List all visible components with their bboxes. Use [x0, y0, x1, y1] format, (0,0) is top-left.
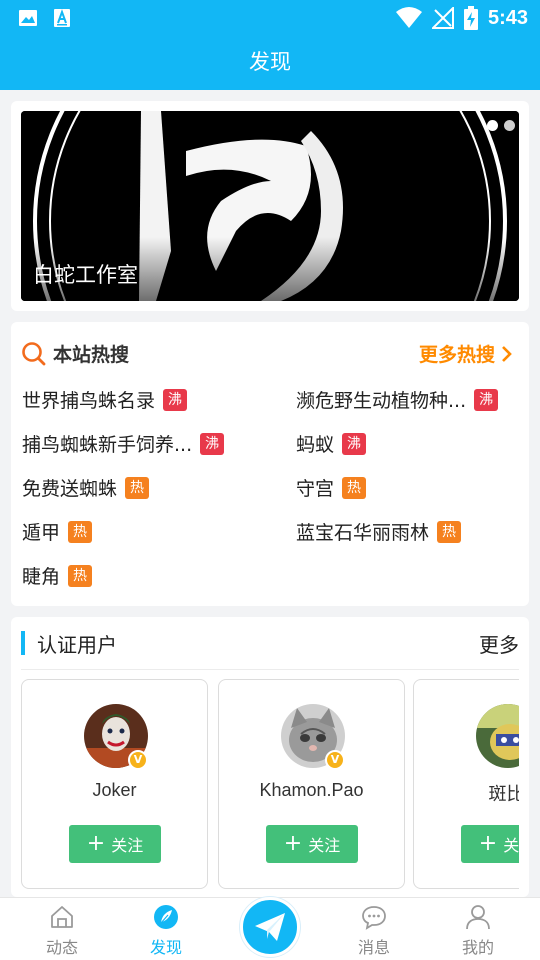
wifi-icon — [395, 7, 422, 28]
hot-search-text: 守宫 — [296, 478, 335, 500]
page-title: 发现 — [0, 36, 540, 90]
follow-button[interactable]: + 关注 — [69, 825, 161, 863]
hot-search-card: 本站热搜 更多热搜 世界捕鸟蛛名录 沸 濒危野生动植物种... 沸 捕鸟蜘蛛新手… — [11, 322, 529, 606]
hot-search-item[interactable]: 捕鸟蜘蛛新手饲养... 沸 — [22, 430, 225, 457]
hot-search-text: 蚂蚁 — [296, 434, 335, 456]
tab-mine[interactable]: 我的 — [424, 898, 532, 960]
divider — [21, 669, 519, 670]
status-bar: 5:43 — [0, 0, 540, 36]
boiling-tag: 沸 — [474, 388, 499, 411]
tab-label: 动态 — [45, 938, 78, 957]
hot-tag: 热 — [68, 564, 93, 587]
carousel-dot[interactable] — [504, 120, 515, 131]
follow-button[interactable]: + 关注 — [266, 825, 358, 863]
banner-caption: 白蛇工作室 — [33, 263, 138, 287]
hot-search-item[interactable]: 睫角 热 — [22, 562, 93, 589]
follow-label: 关注 — [308, 836, 341, 855]
status-time: 5:43 — [487, 6, 528, 29]
hot-search-text: 蓝宝石华丽雨林 — [296, 522, 430, 544]
no-signal-icon — [431, 7, 454, 29]
tab-label: 消息 — [357, 938, 390, 957]
follow-label: 关注 — [503, 836, 519, 855]
more-users-link[interactable]: 更多 — [479, 629, 519, 658]
hot-tag: 热 — [342, 476, 367, 499]
compass-leaf-icon — [154, 905, 178, 929]
carousel-dot-active[interactable] — [487, 120, 498, 131]
tab-messages[interactable]: 消息 — [320, 898, 428, 960]
user-card[interactable]: V Joker + 关注 — [21, 679, 208, 889]
user-name: 斑比 — [488, 784, 520, 804]
banner-card: 白蛇工作室 — [11, 101, 529, 311]
paper-plane-icon — [255, 913, 285, 941]
boiling-tag: 沸 — [200, 432, 225, 455]
plus-icon: + — [283, 831, 303, 856]
hot-search-item[interactable]: 免费送蜘蛛 热 — [22, 474, 150, 501]
hot-search-text: 世界捕鸟蛛名录 — [22, 390, 156, 412]
more-hot-search-label: 更多热搜 — [418, 344, 495, 366]
hot-search-item[interactable]: 蓝宝石华丽雨林 热 — [296, 518, 462, 545]
avatar-image — [476, 704, 519, 768]
hot-tag: 热 — [125, 476, 150, 499]
hot-search-text: 睫角 — [22, 566, 61, 588]
image-icon — [19, 10, 37, 26]
search-icon — [22, 341, 46, 365]
hot-search-text: 捕鸟蜘蛛新手饲养... — [22, 434, 193, 456]
hot-search-text: 濒危野生动植物种... — [296, 390, 467, 412]
verified-users-card: 认证用户 更多 V Joker + 关注 V Khamon.Pao + 关注 斑… — [11, 617, 529, 897]
tab-label: 发现 — [149, 938, 182, 957]
tab-discover[interactable]: 发现 — [112, 898, 220, 960]
text-a-icon — [54, 9, 70, 27]
publish-button[interactable] — [240, 897, 300, 957]
home-icon — [51, 906, 73, 928]
banner-carousel[interactable]: 白蛇工作室 — [21, 111, 519, 301]
hot-tag: 热 — [437, 520, 462, 543]
avatar[interactable] — [476, 704, 519, 768]
hot-search-item[interactable]: 蚂蚁 沸 — [296, 430, 367, 457]
verified-badge: V — [128, 750, 148, 770]
section-accent-bar — [21, 631, 25, 655]
hot-search-text: 遁甲 — [22, 522, 61, 544]
hot-search-item[interactable]: 濒危野生动植物种... 沸 — [296, 386, 499, 413]
chevron-right-icon — [502, 345, 512, 362]
user-card[interactable]: 斑比 + 关注 — [413, 679, 519, 889]
verified-badge: V — [325, 750, 345, 770]
plus-icon: + — [478, 831, 498, 856]
battery-charging-icon — [463, 6, 478, 30]
users-carousel[interactable]: V Joker + 关注 V Khamon.Pao + 关注 斑比 + 关 — [21, 679, 519, 897]
hot-search-item[interactable]: 世界捕鸟蛛名录 沸 — [22, 386, 188, 413]
boiling-tag: 沸 — [163, 388, 188, 411]
hot-search-item[interactable]: 遁甲 热 — [22, 518, 93, 545]
verified-users-title: 认证用户 — [37, 633, 117, 657]
carousel-dots — [487, 120, 515, 131]
person-icon — [466, 905, 490, 930]
message-icon — [362, 906, 386, 930]
follow-button[interactable]: + 关注 — [461, 825, 519, 863]
hot-tag: 热 — [68, 520, 93, 543]
follow-label: 关注 — [111, 836, 144, 855]
user-name: Khamon.Pao — [259, 780, 364, 800]
plus-icon: + — [86, 831, 106, 856]
hot-search-item[interactable]: 守宫 热 — [296, 474, 367, 501]
hot-search-text: 免费送蜘蛛 — [22, 478, 118, 500]
user-card[interactable]: V Khamon.Pao + 关注 — [218, 679, 405, 889]
boiling-tag: 沸 — [342, 432, 367, 455]
hot-search-header: 本站热搜 — [21, 340, 129, 367]
tab-dynamics[interactable]: 动态 — [8, 898, 116, 960]
tab-label: 我的 — [461, 938, 494, 957]
hot-search-title: 本站热搜 — [53, 344, 130, 366]
more-hot-search-link[interactable]: 更多热搜 — [419, 340, 513, 367]
user-name: Joker — [92, 780, 137, 800]
